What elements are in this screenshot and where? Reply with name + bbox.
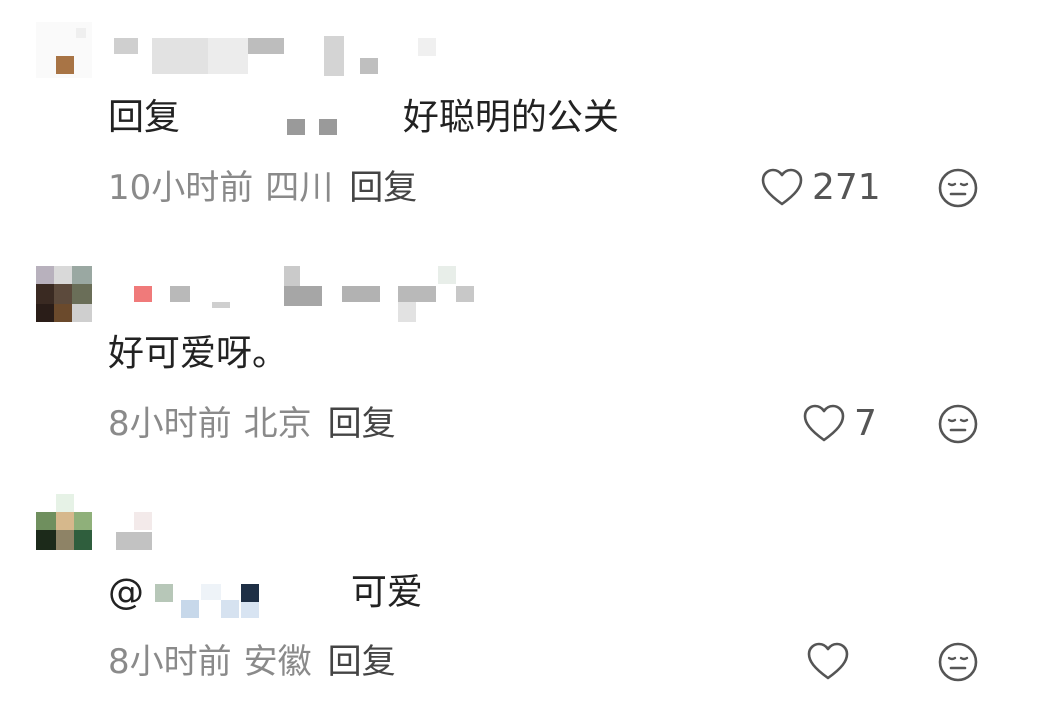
reply-button[interactable]: 回复: [328, 404, 396, 444]
username-redacted[interactable]: [108, 512, 528, 562]
heart-outline-icon: [807, 642, 849, 680]
avatar[interactable]: [36, 266, 92, 322]
comment-location: 安徽: [243, 642, 312, 682]
comment-location: 四川: [265, 168, 334, 208]
like-count: 7: [854, 403, 877, 444]
reply-prefix: 回复: [108, 97, 181, 138]
comment-content: 好聪明的公关: [402, 97, 619, 138]
mention-redacted[interactable]: [155, 570, 325, 618]
username-redacted[interactable]: [108, 266, 528, 322]
comment-content: 好可爱呀。: [108, 333, 289, 374]
avatar[interactable]: [36, 22, 92, 78]
avatar[interactable]: [36, 494, 92, 550]
comment-content: 可爱: [350, 572, 423, 613]
like-count: 271: [812, 167, 881, 208]
mention-prefix: @: [108, 572, 144, 613]
heart-outline-icon: [761, 168, 803, 206]
comment-meta: 8小时前 北京 回复: [108, 402, 396, 446]
heart-outline-icon: [803, 404, 845, 442]
comment-time: 8小时前: [108, 404, 232, 444]
like-button[interactable]: 271: [760, 166, 881, 210]
neutral-face-icon[interactable]: [936, 402, 980, 446]
reply-button[interactable]: 回复: [349, 168, 417, 208]
comment-meta: 10小时前 四川 回复: [108, 166, 417, 210]
like-button[interactable]: [806, 640, 858, 684]
neutral-face-icon[interactable]: [936, 166, 980, 210]
comment-time: 8小时前: [108, 642, 232, 682]
comment-text: 回复 好聪明的公关: [108, 96, 619, 140]
mention-redacted[interactable]: [191, 99, 381, 139]
like-button[interactable]: 7: [802, 402, 877, 446]
reply-button[interactable]: 回复: [328, 642, 396, 682]
neutral-face-icon[interactable]: [936, 640, 980, 684]
username-redacted[interactable]: [108, 32, 528, 82]
comment-text: @ 可爱: [108, 570, 423, 618]
comment-time: 10小时前: [108, 168, 254, 208]
comment-meta: 8小时前 安徽 回复: [108, 640, 396, 684]
comment-location: 北京: [243, 404, 312, 444]
